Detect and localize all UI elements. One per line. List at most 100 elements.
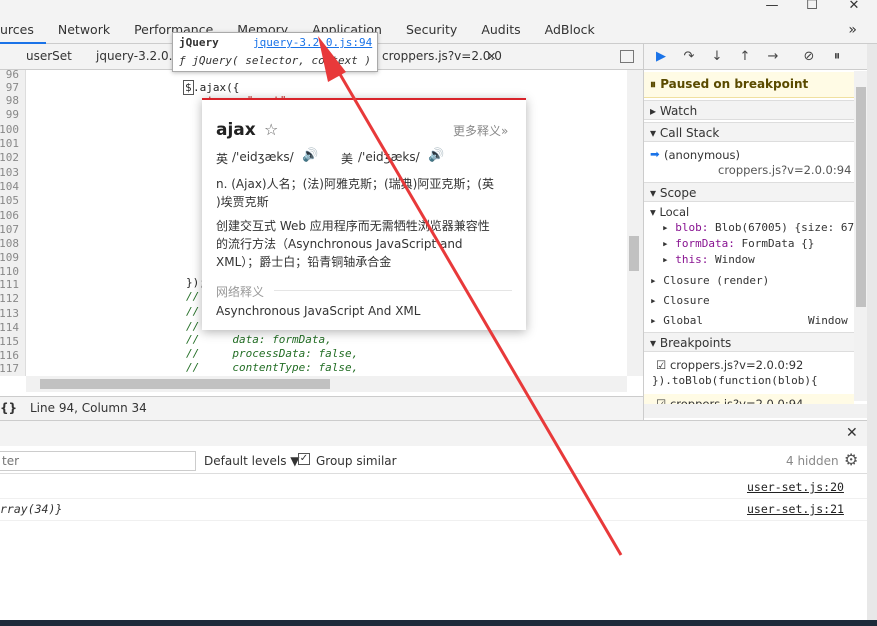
- var-blob-value: Blob(67005) {size: 670: [715, 221, 861, 234]
- line-number[interactable]: 101: [0, 137, 19, 150]
- line-number[interactable]: 97: [6, 81, 19, 94]
- dictionary-popup: ajax ☆ 更多释义» 英 /'eidʒæks/ 🔊 美 /'eidʒæks/…: [202, 98, 526, 330]
- line-number[interactable]: 104: [0, 180, 19, 193]
- step-over-icon[interactable]: ↷: [680, 48, 698, 66]
- resume-icon[interactable]: ▶: [652, 48, 670, 66]
- cursor-position: Line 94, Column 34: [30, 401, 147, 415]
- line-number[interactable]: 102: [0, 151, 19, 164]
- web-definition-label: 网络释义: [216, 285, 265, 299]
- tab-sources[interactable]: urces: [0, 22, 46, 44]
- close-tab-icon[interactable]: ✕: [487, 50, 496, 63]
- us-label: 美: [341, 152, 354, 166]
- more-tabs-icon[interactable]: »: [848, 22, 857, 38]
- hover-symbol-name: jQuery: [179, 36, 219, 49]
- line-number[interactable]: 116: [0, 349, 19, 362]
- line-number[interactable]: 112: [0, 292, 19, 305]
- var-blob[interactable]: ▸ blob: Blob(67005) {size: 670: [662, 221, 861, 234]
- call-frame-name[interactable]: (anonymous): [664, 148, 740, 162]
- scope-global[interactable]: ▸ Global: [650, 314, 703, 327]
- file-tab-userset[interactable]: userSet: [26, 49, 72, 63]
- line-number[interactable]: 110: [0, 265, 19, 278]
- call-frame-location[interactable]: croppers.js?v=2.0.0:94: [718, 163, 851, 177]
- line-number[interactable]: 117: [0, 362, 19, 375]
- var-formdata[interactable]: ▸ formData: FormData {}: [662, 237, 814, 250]
- definition-1-cont: )埃贾克斯: [216, 195, 269, 209]
- uk-speaker-icon[interactable]: 🔊: [302, 148, 318, 163]
- code-line-113: //: [186, 305, 200, 318]
- line-number[interactable]: 103: [0, 166, 19, 179]
- window-edge: [867, 44, 877, 626]
- debugger-sidebar: ▶ ↷ ↓ ↑ → ⊘ ⏸ ⏸ Paused on breakpoint ▸ W…: [643, 44, 877, 420]
- breakpoint-1[interactable]: ☑ croppers.js?v=2.0.0:92: [656, 358, 803, 372]
- editor-vertical-scroll-thumb[interactable]: [629, 236, 639, 271]
- console-message[interactable]: rray(34)}: [0, 502, 62, 516]
- scope-closure[interactable]: ▸ Closure: [650, 294, 710, 307]
- deactivate-breakpoints-icon[interactable]: ⊘: [800, 48, 818, 66]
- tab-audits[interactable]: Audits: [469, 22, 532, 44]
- console-filter-input[interactable]: [0, 451, 196, 471]
- tab-security[interactable]: Security: [394, 22, 469, 44]
- maximize-icon[interactable]: ☐: [797, 0, 827, 16]
- web-definition-value: Asynchronous JavaScript And XML: [216, 304, 421, 318]
- editor-status-bar: {} Line 94, Column 34: [0, 396, 643, 420]
- debugger-horizontal-scrollbar[interactable]: [644, 404, 868, 418]
- var-this-value: Window: [715, 253, 755, 266]
- close-drawer-icon[interactable]: ✕: [846, 425, 858, 441]
- favorite-star-icon[interactable]: ☆: [264, 120, 278, 139]
- console-settings-icon[interactable]: ⚙: [844, 450, 858, 469]
- tab-network[interactable]: Network: [46, 22, 122, 44]
- editor-horizontal-scroll-thumb[interactable]: [40, 379, 330, 389]
- us-speaker-icon[interactable]: 🔊: [428, 148, 444, 163]
- var-this[interactable]: ▸ this: Window: [662, 253, 755, 266]
- console-source-link[interactable]: user-set.js:20: [747, 480, 844, 494]
- close-window-icon[interactable]: ✕: [839, 0, 869, 16]
- step-into-icon[interactable]: ↓: [708, 48, 726, 66]
- line-number[interactable]: 107: [0, 223, 19, 236]
- watch-section[interactable]: ▸ Watch: [644, 100, 854, 120]
- group-similar-checkbox[interactable]: ✓: [298, 453, 310, 465]
- breakpoint-1-file: croppers.js?v=2.0.0:92: [669, 358, 804, 372]
- var-formdata-key: formData:: [675, 237, 735, 250]
- symbol-hover-popover: jQuery jquery-3.2.0.js:94 ƒ jQuery( sele…: [172, 32, 378, 72]
- scope-local[interactable]: ▾ Local: [650, 205, 689, 219]
- step-out-icon[interactable]: ↑: [736, 48, 754, 66]
- line-number[interactable]: 99: [6, 108, 19, 121]
- tab-adblock[interactable]: AdBlock: [533, 22, 607, 44]
- console-source-link[interactable]: user-set.js:21: [747, 502, 844, 516]
- line-number[interactable]: 111: [0, 278, 19, 291]
- line-number[interactable]: 114: [0, 321, 19, 334]
- global-label: Global: [663, 314, 703, 327]
- pause-on-exceptions-icon[interactable]: ⏸: [828, 48, 846, 66]
- file-tab-croppers[interactable]: croppers.js?v=2.0.0: [382, 49, 502, 63]
- line-number[interactable]: 106: [0, 209, 19, 222]
- desktop-taskbar: [0, 620, 877, 626]
- pretty-print-button[interactable]: {}: [0, 401, 17, 415]
- definition-2-line2: 的流行方法（Asynchronous JavaScript and: [216, 237, 463, 251]
- line-number[interactable]: 100: [0, 123, 19, 136]
- line-number[interactable]: 105: [0, 194, 19, 207]
- editor-vertical-scrollbar[interactable]: [627, 70, 643, 376]
- file-tab-jquery[interactable]: jquery-3.2.0.js: [96, 49, 182, 63]
- line-number[interactable]: 113: [0, 307, 19, 320]
- step-icon[interactable]: →: [764, 48, 782, 66]
- line-number[interactable]: 96: [6, 68, 19, 81]
- more-definitions-link[interactable]: 更多释义»: [453, 122, 508, 139]
- line-number[interactable]: 115: [0, 335, 19, 348]
- debugger-vertical-scroll-thumb[interactable]: [856, 87, 866, 307]
- watch-label: Watch: [659, 104, 698, 118]
- breakpoints-section[interactable]: ▾ Breakpoints: [644, 332, 854, 352]
- line-number[interactable]: 109: [0, 251, 19, 264]
- call-stack-section[interactable]: ▾ Call Stack: [644, 122, 854, 142]
- minimize-icon[interactable]: —: [757, 0, 787, 16]
- log-levels-dropdown[interactable]: Default levels ▼: [204, 454, 300, 468]
- toggle-debugger-icon[interactable]: [620, 50, 634, 63]
- hover-source-link[interactable]: jquery-3.2.0.js:94: [253, 36, 372, 49]
- console-row: rray(34)} user-set.js:21: [0, 499, 867, 521]
- scope-closure-render[interactable]: ▸ Closure (render): [650, 274, 769, 287]
- line-number[interactable]: 108: [0, 237, 19, 250]
- scope-section[interactable]: ▾ Scope: [644, 182, 854, 202]
- line-gutter: 96 97 98 99 100 101 102 103 104 105 106 …: [0, 68, 26, 376]
- line-number[interactable]: 98: [6, 94, 19, 107]
- paused-text: Paused on breakpoint: [660, 77, 809, 91]
- code-line-117: // contentType: false,: [186, 361, 359, 374]
